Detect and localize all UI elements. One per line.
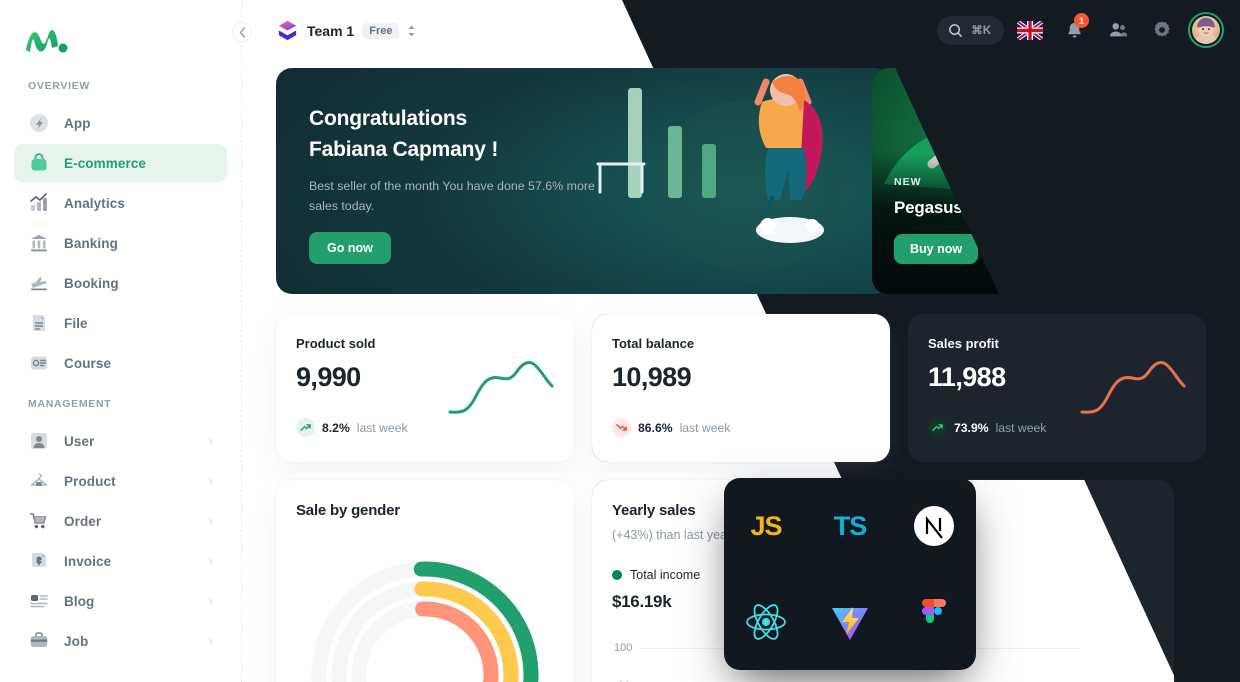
chevron-right-icon: › bbox=[209, 634, 213, 648]
react-logo bbox=[737, 593, 795, 651]
sidebar-item-app[interactable]: App bbox=[14, 104, 227, 142]
ecommerce-icon bbox=[28, 152, 50, 174]
sidebar-item-label: Job bbox=[64, 633, 89, 649]
typescript-logo-text: TS bbox=[833, 510, 868, 541]
app-root: Total balance 10,989 86.6% last week Con… bbox=[0, 0, 1240, 682]
file-icon bbox=[28, 312, 50, 334]
sidebar-item-label: User bbox=[64, 433, 95, 449]
app-icon bbox=[28, 112, 50, 134]
avatar[interactable] bbox=[1188, 12, 1224, 48]
figma-logo bbox=[905, 593, 963, 651]
sidebar-item-e-commerce[interactable]: E-commerce bbox=[14, 144, 227, 182]
team-logo-icon bbox=[278, 20, 297, 41]
javascript-logo-text: JS bbox=[750, 510, 782, 541]
vite-logo bbox=[821, 593, 879, 651]
notification-badge: 1 bbox=[1074, 13, 1089, 28]
contacts-icon bbox=[1110, 23, 1128, 37]
sidebar-item-user[interactable]: User › bbox=[14, 422, 227, 460]
sidebar-item-label: App bbox=[64, 115, 91, 131]
search-icon bbox=[949, 23, 963, 37]
stat-footer: 73.9% last week bbox=[928, 418, 1046, 437]
sidebar-section-overview: OVERVIEW bbox=[28, 80, 91, 92]
sidebar: OVERVIEW App E-commerce Analytics Bankin… bbox=[0, 0, 242, 682]
sidebar-item-banking[interactable]: Banking bbox=[14, 224, 227, 262]
stat-card-sales-profit: Sales profit 11,988 73.9% last week bbox=[908, 314, 1206, 462]
team-plan-badge: Free bbox=[362, 22, 400, 39]
user-icon bbox=[28, 430, 50, 452]
sidebar-item-label: Invoice bbox=[64, 553, 112, 569]
chevron-right-icon: › bbox=[209, 474, 213, 488]
banking-icon bbox=[28, 232, 50, 254]
sidebar-item-label: Order bbox=[64, 513, 102, 529]
sidebar-item-label: Course bbox=[64, 355, 112, 371]
javascript-logo: JS bbox=[737, 497, 795, 555]
team-switcher[interactable]: Team 1 Free bbox=[276, 19, 416, 42]
sparkline-sales-profit bbox=[1080, 361, 1186, 414]
sidebar-item-booking[interactable]: Booking bbox=[14, 264, 227, 302]
header-actions: ⌘K 1 bbox=[937, 12, 1224, 48]
sidebar-item-product[interactable]: Product › bbox=[14, 462, 227, 500]
chevron-updown-icon[interactable] bbox=[407, 24, 416, 38]
sidebar-item-file[interactable]: File bbox=[14, 304, 227, 342]
invoice-icon bbox=[28, 550, 50, 572]
order-icon bbox=[28, 510, 50, 532]
search-shortcut: ⌘K bbox=[971, 25, 991, 37]
chevron-right-icon: › bbox=[209, 554, 213, 568]
stat-value: 11,988 bbox=[928, 362, 1006, 392]
language-button[interactable] bbox=[1012, 12, 1048, 48]
stat-period: last week bbox=[995, 420, 1047, 435]
gear-icon bbox=[1154, 21, 1170, 37]
sidebar-item-invoice[interactable]: Invoice › bbox=[14, 542, 227, 580]
uk-flag-icon bbox=[1017, 20, 1043, 40]
sidebar-item-label: Blog bbox=[64, 593, 95, 609]
search-button[interactable]: ⌘K bbox=[937, 15, 1004, 45]
sidebar-item-label: File bbox=[64, 315, 88, 331]
sidebar-nav: OVERVIEW App E-commerce Analytics Bankin… bbox=[0, 80, 241, 662]
job-icon bbox=[28, 630, 50, 652]
sidebar-item-label: Banking bbox=[64, 235, 118, 251]
sidebar-section-management: MANAGEMENT bbox=[28, 398, 112, 410]
top-header: Team 1 Free ⌘K 1 bbox=[242, 0, 1240, 64]
tech-stack-panel: JS TS bbox=[724, 478, 976, 670]
notifications-button[interactable]: 1 bbox=[1056, 12, 1092, 48]
sidebar-item-blog[interactable]: Blog › bbox=[14, 582, 227, 620]
sidebar-item-label: E-commerce bbox=[64, 155, 147, 171]
chevron-right-icon: › bbox=[209, 434, 213, 448]
sidebar-item-label: Analytics bbox=[64, 195, 125, 211]
trending-up-icon bbox=[928, 418, 947, 437]
team-name: Team 1 bbox=[307, 22, 355, 39]
contacts-button[interactable] bbox=[1100, 12, 1136, 48]
typescript-logo: TS bbox=[821, 497, 879, 555]
stat-percent: 73.9% bbox=[954, 420, 989, 435]
sidebar-collapse-button[interactable] bbox=[232, 22, 252, 42]
chevron-right-icon: › bbox=[209, 514, 213, 528]
sidebar-item-analytics[interactable]: Analytics bbox=[14, 184, 227, 222]
settings-button[interactable] bbox=[1144, 12, 1180, 48]
product-icon bbox=[28, 470, 50, 492]
avatar-image bbox=[1192, 16, 1220, 44]
chevron-right-icon: › bbox=[209, 594, 213, 608]
app-logo bbox=[26, 30, 68, 53]
stat-title: Sales profit bbox=[928, 336, 999, 351]
chevron-left-icon bbox=[239, 26, 245, 38]
blog-icon bbox=[28, 590, 50, 612]
sidebar-item-order[interactable]: Order › bbox=[14, 502, 227, 540]
analytics-icon bbox=[28, 192, 50, 214]
sidebar-item-course[interactable]: Course bbox=[14, 344, 227, 382]
course-icon bbox=[28, 352, 50, 374]
sidebar-item-label: Product bbox=[64, 473, 116, 489]
booking-icon bbox=[28, 272, 50, 294]
nextjs-logo bbox=[905, 497, 963, 555]
sidebar-item-job[interactable]: Job › bbox=[14, 622, 227, 660]
sidebar-item-label: Booking bbox=[64, 275, 119, 291]
